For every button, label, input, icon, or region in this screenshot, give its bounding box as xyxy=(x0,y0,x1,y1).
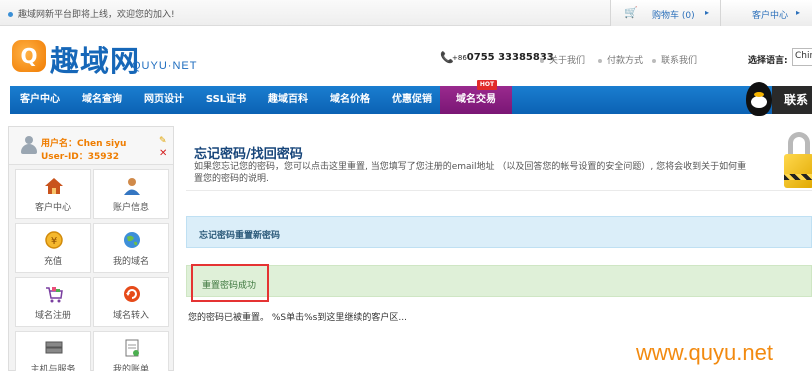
info-text: 忘记密码重置新密码 xyxy=(199,231,281,241)
highlight-box xyxy=(191,264,269,302)
bill-icon xyxy=(125,339,139,357)
member-center-link[interactable]: 客户中心 xyxy=(752,8,788,21)
tile-client-center[interactable]: 客户中心 xyxy=(15,169,91,219)
sidebar: 用户名：Chen siyu User-ID：35932 ✎ ✕ 客户中心 账户信… xyxy=(8,126,174,371)
tile-my-domains[interactable]: 我的域名 xyxy=(93,223,169,273)
server-icon xyxy=(45,341,63,354)
reset-message: 您的密码已被重置。 %S单击%s到这里继续的客户区... xyxy=(188,313,407,323)
nav-item-domain-price[interactable]: 域名价格 xyxy=(320,86,380,114)
language-select[interactable]: Chin xyxy=(792,48,812,66)
nav-item-ssl[interactable]: SSL证书 xyxy=(196,86,256,114)
tile-label: 我的账单 xyxy=(112,365,149,371)
watermark: www.quyu.net xyxy=(636,340,773,365)
user-name: 用户名：Chen siyu xyxy=(41,139,127,149)
tile-account-info[interactable]: 账户信息 xyxy=(93,169,169,219)
site-notice: 趣域网新平台即将上线，欢迎您的加入! xyxy=(8,7,175,20)
nav-item-web-design[interactable]: 网页设计 xyxy=(134,86,194,114)
user-info: 用户名：Chen siyu User-ID：35932 ✎ ✕ xyxy=(9,127,173,165)
tile-label: 账户信息 xyxy=(112,203,149,213)
tile-recharge[interactable]: ¥ 充值 xyxy=(15,223,91,273)
nav-item-promotions[interactable]: 优惠促销 xyxy=(382,86,442,114)
chevron-right-icon: ▸ xyxy=(796,8,801,17)
chevron-right-icon: ▸ xyxy=(705,8,710,17)
page-title: 忘记密码/找回密码 xyxy=(194,147,303,162)
success-alert xyxy=(186,265,812,297)
home-icon xyxy=(45,178,63,194)
page-description: 如果您忘记您的密码，您可以点击这里重置, 当您填写了您注册的email地址 （以… xyxy=(194,162,747,184)
hot-badge: HOT xyxy=(477,80,497,90)
coin-icon: ¥ xyxy=(45,231,63,249)
main-nav: 客户中心 域名查询 网页设计 SSL证书 趣域百科 域名价格 优惠促销 域名交易 xyxy=(10,86,812,114)
logo-icon[interactable]: Q xyxy=(12,40,46,72)
tile-my-bills[interactable]: 我的账单 xyxy=(93,331,169,371)
tile-label: 客户中心 xyxy=(34,203,71,213)
info-bar: 忘记密码重置新密码 xyxy=(186,216,812,248)
globe-icon xyxy=(124,232,140,248)
payment-methods-link[interactable]: 付款方式 xyxy=(598,53,643,66)
pencil-icon[interactable]: ✎ xyxy=(159,136,167,146)
notice-text: 趣域网新平台即将上线，欢迎您的加入! xyxy=(18,10,175,20)
cart-icon xyxy=(46,287,63,303)
nav-item-domain-search[interactable]: 域名查询 xyxy=(72,86,132,114)
nav-item-client-center[interactable]: 客户中心 xyxy=(10,86,70,114)
user-id: User-ID：35932 xyxy=(41,152,120,162)
qq-penguin-icon[interactable] xyxy=(746,82,772,116)
divider xyxy=(186,190,812,191)
divider xyxy=(720,0,721,26)
top-bar: 趣域网新平台即将上线，欢迎您的加入! 🛒 购物车 (0) ▸ 客户中心 ▸ xyxy=(0,0,812,26)
tile-label: 主机与服务 xyxy=(30,365,76,371)
tile-label: 域名注册 xyxy=(34,311,71,321)
about-us-link[interactable]: 关于我们 xyxy=(540,53,585,66)
cart-link[interactable]: 购物车 (0) xyxy=(652,8,695,21)
tile-label: 我的域名 xyxy=(112,257,149,267)
nav-item-encyclopedia[interactable]: 趣域百科 xyxy=(258,86,318,114)
close-icon[interactable]: ✕ xyxy=(159,148,167,159)
bullet-icon xyxy=(8,12,13,17)
tile-hosting[interactable]: 主机与服务 xyxy=(15,331,91,371)
phone-number: +860755 33385833 xyxy=(452,52,554,63)
nav-item-domain-trade[interactable]: 域名交易 xyxy=(440,86,512,114)
avatar xyxy=(21,136,37,154)
language-label: 选择语言: xyxy=(748,56,788,66)
tile-label: 充值 xyxy=(43,257,62,267)
logo-text[interactable]: 趣域网 xyxy=(50,38,140,80)
svg-text:¥: ¥ xyxy=(51,236,57,247)
transfer-icon xyxy=(124,286,140,302)
contact-us-link[interactable]: 联系我们 xyxy=(652,53,697,66)
cart-icon[interactable]: 🛒 xyxy=(624,6,638,19)
tile-label: 域名转入 xyxy=(112,311,149,321)
tile-domain-transfer[interactable]: 域名转入 xyxy=(93,277,169,327)
contact-button[interactable]: 联系 xyxy=(772,86,812,114)
lock-icon xyxy=(784,132,812,190)
tile-domain-register[interactable]: 域名注册 xyxy=(15,277,91,327)
logo-subtitle: QUYU·NET xyxy=(132,60,198,72)
user-icon xyxy=(124,178,140,195)
